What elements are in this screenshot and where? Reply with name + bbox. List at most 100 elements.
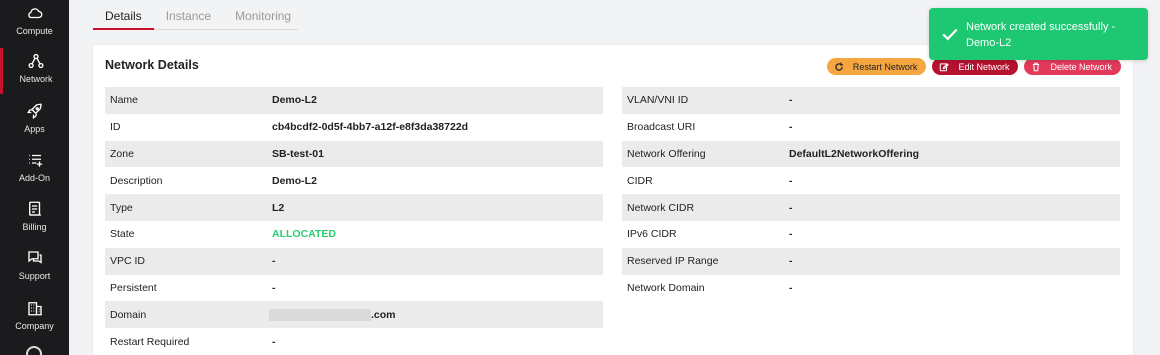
detail-row-reserved-ip-range: Reserved IP Range - (622, 247, 1120, 275)
detail-key: Type (110, 201, 133, 214)
sidebar-item-compute[interactable]: Compute (0, 0, 69, 46)
detail-value: - (789, 255, 793, 268)
detail-key: State (110, 228, 135, 241)
detail-value: - (272, 335, 276, 348)
details-right-column: VLAN/VNI ID - Broadcast URI - Network Offe… (622, 87, 1120, 301)
rocket-icon (26, 103, 42, 120)
sidebar-item-network[interactable]: Network (0, 48, 69, 94)
detail-row-network-cidr: Network CIDR - (622, 194, 1120, 221)
sidebar-item-company[interactable]: Company (0, 295, 69, 341)
redacted-block (269, 308, 371, 321)
detail-value: - (789, 228, 793, 241)
sidebar-item-label: Billing (22, 222, 47, 232)
detail-row-domain: Domain .com (105, 301, 603, 329)
detail-row-state: State ALLOCATED (105, 221, 603, 248)
detail-key: Network Offering (627, 147, 706, 160)
domain-suffix: .com (371, 308, 396, 321)
action-buttons: Restart Network Edit Network Delete Netw… (826, 58, 1121, 75)
checkmark-icon (942, 28, 958, 41)
tab-details[interactable]: Details (93, 4, 154, 30)
sidebar-item-label: Compute (16, 26, 53, 36)
detail-key: Restart Required (110, 335, 190, 348)
toast-message: Network created successfully - Demo-L2 (966, 21, 1116, 49)
sidebar-item-label: Add-On (18, 173, 51, 183)
detail-key: Domain (110, 308, 147, 321)
detail-key: Broadcast URI (627, 121, 696, 134)
sidebar-item-label: Company (15, 321, 54, 331)
detail-key: Persistent (110, 281, 157, 294)
detail-value: Demo-L2 (272, 174, 317, 187)
sidebar-item-label: Support (18, 271, 51, 281)
sidebar-item-label: Network (19, 74, 53, 84)
network-details-card: Network Details Restart Network Edit Net… (93, 45, 1133, 355)
detail-row-cidr: CIDR - (622, 167, 1120, 194)
domain-value: .com (269, 308, 603, 321)
detail-row-zone: Zone SB-test-01 (105, 140, 603, 168)
detail-key: Reserved IP Range (627, 255, 719, 268)
detail-row-broadcast-uri: Broadcast URI - (622, 114, 1120, 141)
details-left-column: Name Demo-L2 ID cb4bcdf2-0d5f-4bb7-a12f-e8… (105, 87, 603, 355)
detail-row-id: ID cb4bcdf2-0d5f-4bb7-a12f-e8f3da38722d (105, 114, 603, 141)
detail-row-name: Name Demo-L2 (105, 87, 603, 114)
success-toast[interactable]: Network created successfully - Demo-L2 (929, 8, 1148, 60)
detail-key: IPv6 CIDR (627, 228, 677, 241)
sidebar-item-apps[interactable]: Apps (0, 98, 69, 144)
detail-key: ID (110, 121, 121, 134)
invoice-icon (28, 201, 41, 216)
detail-value: - (272, 255, 276, 268)
detail-key: Description (110, 174, 163, 187)
detail-value: - (789, 281, 793, 294)
detail-value: Demo-L2 (272, 94, 317, 107)
edit-network-button[interactable]: Edit Network (932, 58, 1019, 75)
detail-row-network-offering: Network Offering DefaultL2NetworkOffering (622, 140, 1120, 168)
sidebar-item-billing[interactable]: Billing (0, 196, 69, 242)
sidebar-item-label: Apps (24, 124, 45, 134)
sidebar-item-support[interactable]: Support (0, 245, 69, 291)
detail-value: cb4bcdf2-0d5f-4bb7-a12f-e8f3da38722d (272, 121, 469, 134)
delete-network-button[interactable]: Delete Network (1024, 58, 1121, 75)
tab-bar: Details Instance Monitoring (93, 4, 298, 30)
list-add-icon (28, 154, 42, 167)
detail-value: - (789, 174, 793, 187)
restart-network-label: Restart Network (852, 61, 918, 72)
detail-value: - (789, 94, 793, 107)
detail-row-network-domain: Network Domain - (622, 275, 1120, 302)
detail-row-vlan-vni-id: VLAN/VNI ID - (622, 87, 1120, 114)
detail-value: - (789, 121, 793, 134)
state-value: ALLOCATED (272, 228, 336, 241)
restart-icon (835, 62, 843, 71)
restart-network-button[interactable]: Restart Network (826, 58, 927, 75)
chat-icon (27, 251, 42, 264)
network-icon (28, 53, 44, 69)
detail-row-vpc-id: VPC ID - (105, 247, 603, 275)
edit-network-label: Edit Network (958, 61, 1010, 72)
tab-instance[interactable]: Instance (154, 4, 223, 30)
detail-value: - (789, 201, 793, 214)
tab-monitoring[interactable]: Monitoring (223, 4, 303, 30)
detail-key: Network CIDR (627, 201, 695, 214)
cloud-icon (27, 8, 42, 19)
detail-value: L2 (272, 201, 285, 214)
sidebar-item-add-on[interactable]: Add-On (0, 147, 69, 193)
detail-key: CIDR (627, 174, 653, 187)
detail-row-persistent: Persistent - (105, 275, 603, 302)
detail-key: VPC ID (110, 255, 146, 268)
detail-row-ipv6-cidr: IPv6 CIDR - (622, 221, 1120, 248)
detail-key: Name (110, 94, 139, 107)
detail-key: VLAN/VNI ID (627, 94, 689, 107)
detail-row-restart-required: Restart Required - (105, 328, 603, 355)
detail-value: DefaultL2NetworkOffering (789, 147, 920, 160)
detail-key: Network Domain (627, 281, 705, 294)
detail-key: Zone (110, 147, 134, 160)
building-icon (27, 302, 42, 316)
sidebar: Compute Network Apps Add-On Billing Supp… (0, 0, 69, 355)
delete-network-label: Delete Network (1050, 61, 1112, 72)
detail-row-description: Description Demo-L2 (105, 167, 603, 194)
card-title: Network Details (105, 58, 199, 72)
detail-row-type: Type L2 (105, 194, 603, 221)
trash-icon (1033, 62, 1040, 71)
detail-value: - (272, 281, 276, 294)
sidebar-more-icon[interactable] (26, 346, 42, 355)
edit-icon (940, 62, 950, 71)
detail-value: SB-test-01 (272, 147, 324, 160)
